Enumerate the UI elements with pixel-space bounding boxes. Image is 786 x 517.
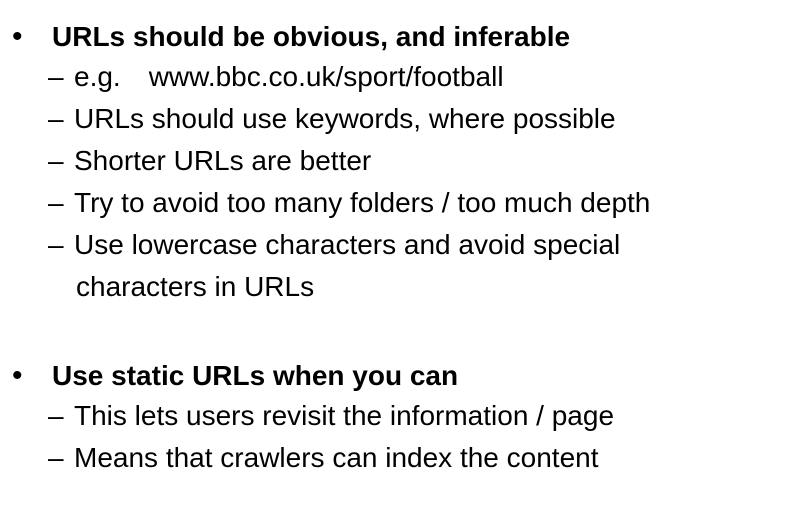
bullet-marker: • xyxy=(12,359,23,392)
bullet-block-static-urls: • Use static URLs when you can – This le… xyxy=(0,357,786,479)
slide: • URLs should be obvious, and inferable … xyxy=(0,0,786,517)
sub-item: – Use lowercase characters and avoid spe… xyxy=(0,224,786,308)
sub-item-text: e.g. www.bbc.co.uk/sport/football xyxy=(74,56,504,98)
sub-item-text: URLs should use keywords, where possible xyxy=(74,103,616,134)
dash-marker: – xyxy=(48,400,64,431)
sub-item: – Shorter URLs are better xyxy=(0,140,786,182)
sub-item-text: Use lowercase characters and avoid speci… xyxy=(74,229,621,260)
dash-marker: – xyxy=(48,229,64,260)
sub-item: – This lets users revisit the informatio… xyxy=(0,395,786,437)
example-url: www.bbc.co.uk/sport/football xyxy=(148,61,504,92)
bullet-block-urls-obvious: • URLs should be obvious, and inferable … xyxy=(0,18,786,308)
dash-marker: – xyxy=(48,442,64,473)
dash-marker: – xyxy=(48,187,64,218)
sub-item-text: Try to avoid too many folders / too much… xyxy=(74,187,651,218)
bullet-heading: URLs should be obvious, and inferable xyxy=(52,21,571,52)
sub-item: – URLs should use keywords, where possib… xyxy=(0,98,786,140)
bullet-heading-row: • URLs should be obvious, and inferable xyxy=(0,18,786,56)
sub-item: – Means that crawlers can index the cont… xyxy=(0,437,786,479)
example-label: e.g. xyxy=(74,61,121,92)
dash-marker: – xyxy=(48,103,64,134)
sub-item-text: Shorter URLs are better xyxy=(74,145,372,176)
sub-item-text-continued: characters in URLs xyxy=(76,271,315,302)
sub-item: – e.g. www.bbc.co.uk/sport/football xyxy=(0,56,786,98)
dash-marker: – xyxy=(48,145,64,176)
sub-item-text: This lets users revisit the information … xyxy=(74,400,615,431)
sub-item-text: Means that crawlers can index the conten… xyxy=(74,442,599,473)
bullet-heading: Use static URLs when you can xyxy=(52,360,459,391)
sub-item: – Try to avoid too many folders / too mu… xyxy=(0,182,786,224)
bullet-heading-row: • Use static URLs when you can xyxy=(0,357,786,395)
bullet-marker: • xyxy=(12,20,23,53)
dash-marker: – xyxy=(48,61,64,92)
